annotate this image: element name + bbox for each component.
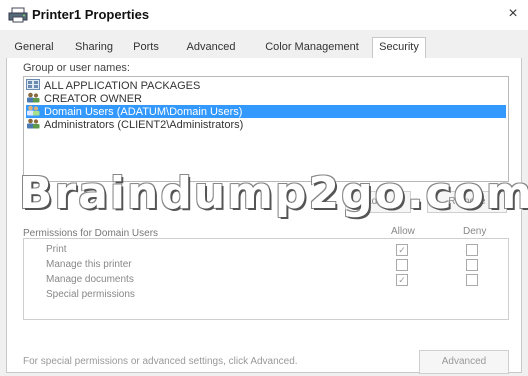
user-label: CREATOR OWNER (44, 93, 142, 105)
packages-icon (26, 79, 40, 90)
user-label: ALL APPLICATION PACKAGES (44, 80, 201, 92)
allow-header: Allow (391, 226, 415, 237)
advanced-hint: For special permissions or advanced sett… (23, 356, 298, 367)
group-names-label: Group or user names: (23, 62, 130, 74)
allow-checkbox[interactable]: ✓ (396, 274, 408, 286)
permission-name: Manage this printer (46, 259, 132, 270)
permissions-list: Print ✓ Manage this printer Manage docum… (23, 238, 509, 320)
allow-checkbox[interactable] (396, 259, 408, 271)
users-icon (27, 118, 40, 129)
tab-sharing[interactable]: Sharing (68, 38, 120, 57)
permission-row: Manage this printer (24, 258, 508, 272)
security-panel: Group or user names: ALL APPLICATION PAC… (6, 58, 528, 374)
allow-checkbox[interactable]: ✓ (396, 244, 408, 256)
tab-color-management[interactable]: Color Management (254, 38, 370, 57)
users-icon (27, 105, 40, 116)
tab-advanced[interactable]: Advanced (174, 38, 248, 57)
title-bar: Printer1 Properties × (0, 0, 528, 30)
users-icon (27, 92, 40, 103)
permission-name: Manage documents (46, 274, 134, 285)
tab-ports[interactable]: Ports (126, 38, 166, 57)
list-item[interactable]: Domain Users (ADATUM\Domain Users) (26, 105, 506, 118)
advanced-button[interactable]: Advanced (419, 350, 509, 374)
watermark: Braindump2go.com (19, 168, 528, 219)
permission-name: Special permissions (46, 289, 135, 300)
window-title: Printer1 Properties (32, 7, 150, 22)
list-item[interactable]: ALL APPLICATION PACKAGES (26, 79, 506, 92)
permission-row: Manage documents ✓ (24, 273, 508, 287)
tab-general[interactable]: General (6, 38, 62, 57)
list-item[interactable]: CREATOR OWNER (26, 92, 506, 105)
permission-row: Special permissions (24, 288, 508, 302)
deny-header: Deny (463, 226, 487, 237)
permission-name: Print (46, 244, 67, 255)
list-item[interactable]: Administrators (CLIENT2\Administrators) (26, 118, 506, 131)
tab-security[interactable]: Security (372, 37, 426, 59)
tab-bar: General Sharing Ports Advanced Color Man… (6, 37, 522, 59)
printer-icon (8, 7, 28, 23)
deny-checkbox[interactable] (466, 259, 478, 271)
user-label: Domain Users (ADATUM\Domain Users) (44, 106, 243, 118)
deny-checkbox[interactable] (466, 274, 478, 286)
user-label: Administrators (CLIENT2\Administrators) (44, 119, 244, 131)
close-button[interactable]: × (502, 4, 524, 24)
deny-checkbox[interactable] (466, 244, 478, 256)
permission-row: Print ✓ (24, 243, 508, 257)
